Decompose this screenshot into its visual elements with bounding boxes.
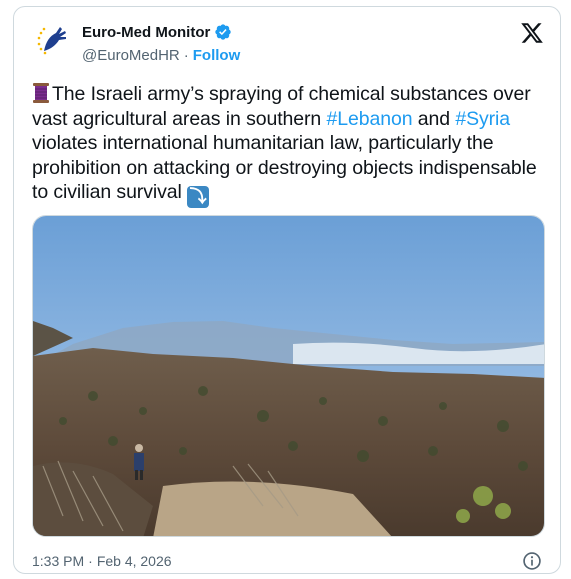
info-icon[interactable] [522,551,542,571]
euro-med-logo-icon [33,22,71,60]
tweet-time: 1:33 PM [32,553,85,569]
account-handle[interactable]: @EuroMedHR [82,47,180,64]
account-name-row: Euro-Med Monitor [82,23,232,41]
right-arrow-curving-down-icon: ⤵ [187,186,210,208]
tweet-timestamp[interactable]: 1:33 PM · Feb 4, 2026 [32,553,172,569]
x-logo-icon[interactable] [520,21,544,45]
tweet-text: The Israeli army’s spraying of chemical … [32,82,548,208]
landscape-photo [33,216,544,536]
verified-badge-icon [215,24,232,40]
tweet-text-part-3: violates international humanitarian law,… [32,132,537,203]
tweet-photo[interactable] [32,215,545,537]
tweet-card: Euro-Med Monitor @EuroMedHR · Follow The… [13,6,561,574]
tweet-date: Feb 4, 2026 [96,553,172,569]
timestamp-separator: · [88,553,93,569]
handle-row: @EuroMedHR · Follow [82,47,240,64]
thread-spool-icon [33,83,49,103]
account-name[interactable]: Euro-Med Monitor [82,24,210,41]
avatar[interactable] [32,21,72,61]
hashtag-lebanon[interactable]: #Lebanon [326,108,412,130]
handle-separator: · [183,47,189,64]
tweet-text-part-2: and [412,107,456,130]
hashtag-syria[interactable]: #Syria [455,108,510,130]
follow-button[interactable]: Follow [193,47,241,64]
